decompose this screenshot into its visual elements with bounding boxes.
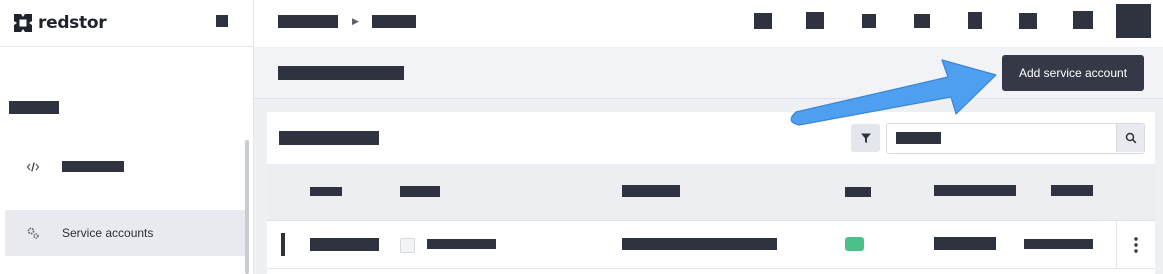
sidebar: redstor Service accounts [0,0,254,274]
topbar-action-5[interactable] [968,12,982,29]
table-title [279,131,379,145]
column-header-5[interactable] [934,185,1016,196]
brand-mark-icon [14,14,32,32]
add-service-account-button[interactable]: Add service account [1002,55,1144,91]
code-icon [25,159,41,175]
column-header-3[interactable] [622,185,680,197]
breadcrumb-item-current [372,15,416,28]
column-header-2[interactable] [400,186,440,197]
topbar-action-1[interactable] [754,13,772,29]
breadcrumb-item-parent[interactable] [278,15,338,28]
user-avatar[interactable] [1116,4,1151,38]
sidebar-scrollbar[interactable] [245,140,249,274]
sidebar-item-api[interactable] [5,144,246,190]
sidebar-collapse-button[interactable] [216,15,228,27]
chevron-right-icon: ▶ [352,16,359,26]
row-cell-owner [1024,239,1093,249]
kebab-icon[interactable] [1128,234,1144,256]
search-button[interactable] [1116,124,1144,152]
status-badge [845,237,864,251]
topbar-action-3[interactable] [862,14,876,28]
column-header-1[interactable] [310,187,342,196]
row-divider [1116,221,1117,268]
row-cell-name [310,238,379,251]
magnifier-icon [1125,132,1136,144]
column-header-4[interactable] [845,187,871,197]
topbar-action-6[interactable] [1019,13,1037,29]
sidebar-item-label [62,161,124,172]
gears-icon [25,225,41,241]
topbar-action-7[interactable] [1073,11,1093,29]
row-type-icon [400,238,415,253]
sidebar-item-service-accounts[interactable]: Service accounts [5,210,246,256]
topbar-action-4[interactable] [914,14,930,28]
row-indicator [281,233,285,256]
annotation-arrow-icon [790,59,997,126]
brand-name: redstor [38,13,107,33]
sidebar-section-heading [9,101,59,114]
brand-logo[interactable]: redstor [12,9,107,37]
column-header-6[interactable] [1051,185,1093,196]
sidebar-divider [0,46,253,47]
row-cell-type [427,239,496,249]
topbar-action-2[interactable] [806,12,824,29]
row-cell-description [622,238,777,250]
sidebar-item-label: Service accounts [62,226,154,240]
row-cell-created [934,237,996,250]
page-title [278,66,404,80]
